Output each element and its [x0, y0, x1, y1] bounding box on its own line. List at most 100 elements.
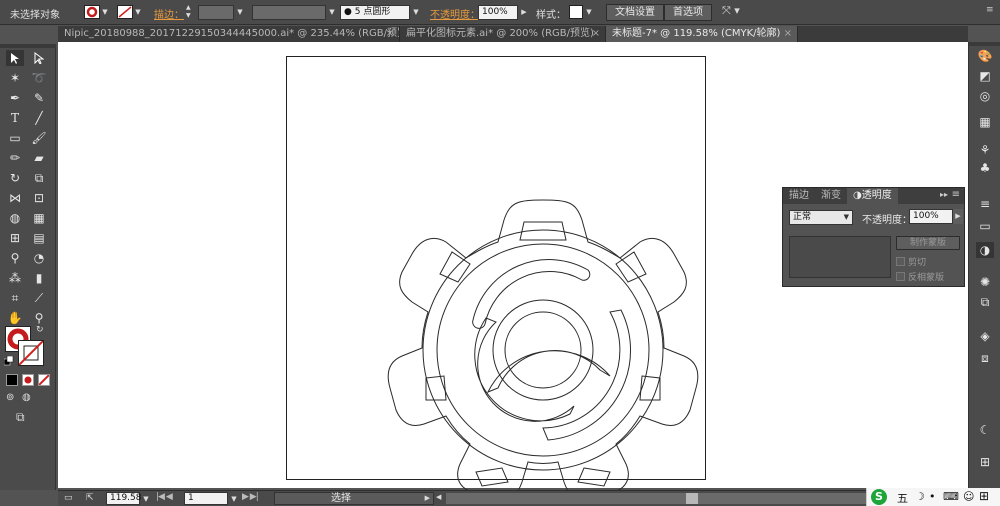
- scale-tool-icon[interactable]: ⧉: [30, 170, 48, 186]
- hand-tool-icon[interactable]: ✋: [6, 310, 24, 326]
- tab-document-1[interactable]: Nipic_20180988_20171229150344445000.ai* …: [58, 26, 400, 42]
- perspective-grid-tool-icon[interactable]: ▦: [30, 210, 48, 226]
- panel-opacity-arrow-icon[interactable]: ▶: [953, 209, 963, 224]
- lasso-tool-icon[interactable]: ➰: [30, 70, 48, 86]
- paintbrush-tool-icon[interactable]: 🖌: [30, 130, 48, 146]
- blend-mode-select[interactable]: 正常 ▼: [789, 210, 853, 225]
- status-info-field[interactable]: 选择 ▶: [274, 492, 434, 505]
- appearance-icon[interactable]: ◎: [976, 88, 994, 104]
- shape-builder-tool-icon[interactable]: ◍: [6, 210, 24, 226]
- close-icon[interactable]: ×: [784, 26, 792, 42]
- artboard-number-field[interactable]: 1: [184, 492, 228, 505]
- direct-selection-tool-icon[interactable]: [30, 50, 48, 66]
- eraser-tool-icon[interactable]: ▰: [30, 150, 48, 166]
- mesh-tool-icon[interactable]: ⊞: [6, 230, 24, 246]
- stroke-weight-field[interactable]: [198, 5, 234, 20]
- stroke-weight-stepper[interactable]: ▲ ▼: [186, 4, 194, 20]
- column-graph-tool-icon[interactable]: ▮: [30, 270, 48, 286]
- color-mode-icon[interactable]: [6, 374, 18, 386]
- none-mode-icon[interactable]: [38, 374, 50, 386]
- next-last-artboard-icon[interactable]: ▶ ▶|: [242, 492, 272, 505]
- toolbox-icon[interactable]: ⊞: [979, 489, 989, 503]
- tab-transparency[interactable]: ◑透明度: [847, 188, 898, 204]
- clip-checkbox[interactable]: [896, 256, 905, 266]
- opacity-label[interactable]: 不透明度：: [430, 6, 480, 21]
- share-icon[interactable]: ⇱: [86, 493, 100, 504]
- tab-stroke[interactable]: 描边: [783, 188, 815, 204]
- artboard-navigation-icon[interactable]: ▭: [64, 493, 76, 504]
- panel-opacity-field[interactable]: 100%: [909, 209, 953, 224]
- rotate-tool-icon[interactable]: ↻: [6, 170, 24, 186]
- color-panel-icon[interactable]: ◩: [976, 68, 994, 84]
- gradient-panel-icon[interactable]: ▭: [976, 218, 994, 234]
- gear-artwork[interactable]: [378, 160, 708, 490]
- dock-grip[interactable]: [969, 42, 1000, 46]
- swap-fill-stroke-icon[interactable]: ↻: [36, 325, 46, 335]
- horizontal-scrollbar-thumb[interactable]: [686, 493, 698, 504]
- panel-menu-icon[interactable]: ≡: [952, 189, 960, 200]
- stroke-panel-icon[interactable]: ≡: [976, 196, 994, 212]
- user-icon[interactable]: ☺: [963, 490, 974, 503]
- magic-wand-tool-icon[interactable]: ✶: [6, 70, 24, 86]
- arrange-documents-icon[interactable]: ⤧ ▾: [722, 4, 750, 20]
- first-previous-artboard-icon[interactable]: |◀ ◀: [156, 492, 186, 505]
- default-colors-icon[interactable]: [3, 355, 14, 366]
- slice-tool-icon[interactable]: ⟋: [30, 290, 48, 306]
- stroke-color-swatch[interactable]: [117, 5, 133, 19]
- brushes-icon[interactable]: ⚘: [976, 142, 994, 158]
- links-icon[interactable]: ⊞: [976, 454, 994, 470]
- tools-panel-grip[interactable]: [0, 44, 56, 48]
- artboards-icon[interactable]: ⧈: [976, 350, 994, 366]
- ime-logo-icon[interactable]: S: [871, 489, 887, 505]
- color-guide-icon[interactable]: 🎨: [976, 48, 994, 64]
- symbols-icon[interactable]: ♣: [976, 160, 994, 176]
- draw-normal-icon[interactable]: ⊚: [6, 392, 18, 404]
- variable-width-field[interactable]: [252, 5, 326, 20]
- panel-menu-icon[interactable]: ≡: [986, 5, 996, 17]
- screen-mode-icon[interactable]: ⧉: [16, 410, 36, 424]
- ime-mode-label[interactable]: 五: [897, 490, 908, 506]
- gradient-mode-icon[interactable]: [22, 374, 34, 386]
- collapse-panel-icon[interactable]: ▸▸: [940, 190, 948, 199]
- layers-icon[interactable]: ◈: [976, 328, 994, 344]
- punctuation-icon[interactable]: •: [929, 490, 936, 503]
- draw-behind-icon[interactable]: ◍: [22, 392, 34, 404]
- artboard-dropdown-icon[interactable]: ▼: [230, 492, 238, 505]
- stroke-label[interactable]: 描边：: [154, 6, 184, 21]
- invert-mask-checkbox-row[interactable]: 反相蒙版: [896, 270, 966, 283]
- make-mask-button[interactable]: 制作蒙版: [896, 236, 960, 250]
- tab-document-3[interactable]: 未标题-7* @ 119.58% (CMYK/轮廓) ×: [606, 26, 798, 42]
- graphic-style-swatch[interactable]: [569, 5, 583, 19]
- style-dropdown-icon[interactable]: ▼: [585, 5, 593, 19]
- soft-keyboard-icon[interactable]: ⌨: [943, 490, 959, 503]
- brush-dropdown-icon[interactable]: ▼: [412, 5, 420, 19]
- zoom-dropdown-icon[interactable]: ▼: [142, 492, 150, 505]
- tab-document-2[interactable]: 扁平化图标元素.ai* @ 200% (RGB/预览) ×: [400, 26, 606, 42]
- opacity-arrow-icon[interactable]: ▶: [520, 5, 528, 19]
- moon-icon[interactable]: ☽: [915, 490, 925, 503]
- zoom-tool-icon[interactable]: ⚲: [30, 310, 48, 326]
- brush-definition-field[interactable]: ● 5 点圆形: [340, 5, 410, 20]
- selection-tool-icon[interactable]: [6, 50, 24, 66]
- eyedropper-tool-icon[interactable]: ⚲: [6, 250, 24, 266]
- width-tool-icon[interactable]: ⋈: [6, 190, 24, 206]
- line-tool-icon[interactable]: ╱: [30, 110, 48, 126]
- fill-dropdown-icon[interactable]: ▼: [101, 5, 109, 19]
- stroke-color-box[interactable]: [18, 340, 44, 366]
- preferences-button[interactable]: 首选项: [664, 4, 712, 21]
- clip-checkbox-row[interactable]: 剪切: [896, 255, 966, 268]
- pen-tool-icon[interactable]: ✒: [6, 90, 24, 106]
- blend-tool-icon[interactable]: ◔: [30, 250, 48, 266]
- free-transform-tool-icon[interactable]: ⊡: [30, 190, 48, 206]
- invert-mask-checkbox[interactable]: [896, 271, 905, 281]
- navigator-icon[interactable]: ☾: [976, 422, 994, 438]
- stroke-weight-dropdown-icon[interactable]: ▼: [236, 5, 244, 19]
- tab-gradient[interactable]: 渐变: [815, 188, 847, 204]
- fill-color-swatch[interactable]: [84, 5, 100, 19]
- variable-width-dropdown-icon[interactable]: ▼: [328, 5, 336, 19]
- opacity-field[interactable]: 100%: [478, 5, 518, 20]
- transparency-panel-icon[interactable]: ◑: [976, 242, 994, 258]
- rectangle-tool-icon[interactable]: ▭: [6, 130, 24, 146]
- scroll-left-icon[interactable]: ◀: [436, 493, 444, 504]
- document-settings-button[interactable]: 文档设置: [606, 4, 664, 21]
